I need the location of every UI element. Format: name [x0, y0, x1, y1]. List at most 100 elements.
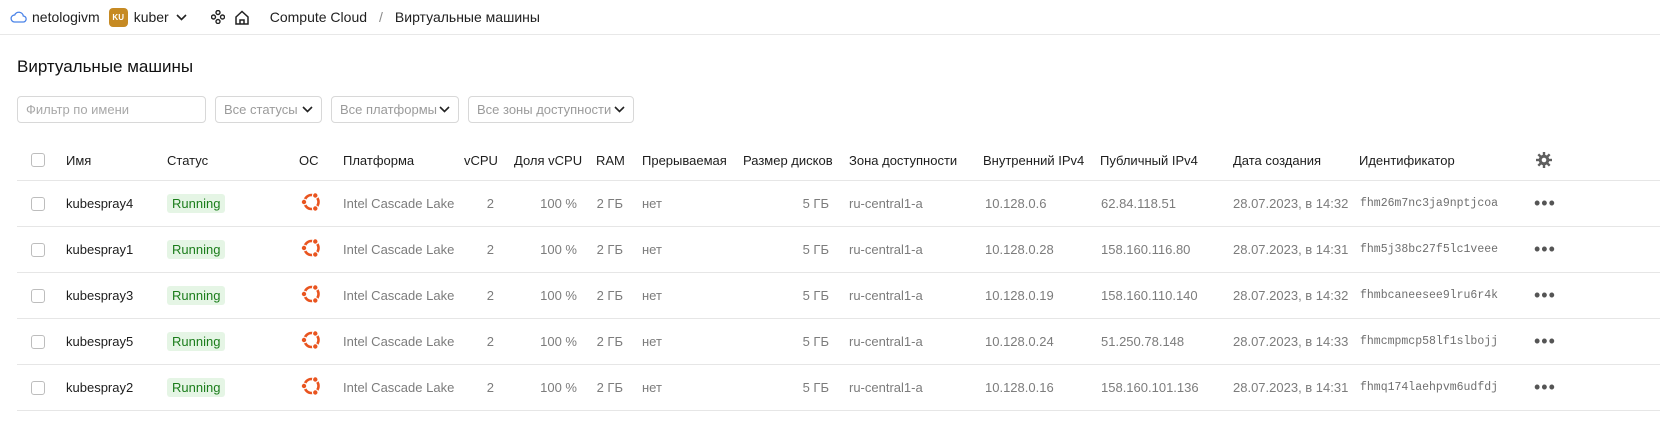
zone: ru-central1-a: [849, 380, 923, 395]
vcpu: 2: [486, 334, 494, 349]
select-all-cell: [31, 139, 45, 181]
col-public-ip[interactable]: Публичный IPv4: [1100, 139, 1198, 181]
zone: ru-central1-a: [849, 288, 923, 303]
more-icon: •••: [1534, 331, 1556, 351]
vm-id: fhmbcaneesee9lru6r4k: [1360, 289, 1499, 302]
folder-name[interactable]: kuber: [134, 9, 169, 25]
vm-table: Имя Статус ОС Платформа vCPU Доля vCPU R…: [17, 138, 1660, 411]
vcpu: 2: [486, 288, 494, 303]
zone: ru-central1-a: [849, 196, 923, 211]
vm-row[interactable]: kubespray4 Running Intel Cascade Lake 2 …: [17, 181, 1660, 227]
vcpu-share: 100 %: [540, 380, 577, 395]
vcpu-share: 100 %: [540, 288, 577, 303]
row-select-cell: [31, 319, 45, 364]
created-date: 28.07.2023, в 14:32: [1233, 196, 1349, 211]
services-icon[interactable]: [210, 10, 225, 24]
vm-name[interactable]: kubespray5: [66, 319, 133, 364]
row-checkbox[interactable]: [31, 334, 45, 349]
status-filter-select[interactable]: Все статусы: [215, 96, 322, 123]
vm-row[interactable]: kubespray3 Running Intel Cascade Lake 2 …: [17, 273, 1660, 319]
col-internal-ip[interactable]: Внутренний IPv4: [983, 139, 1084, 181]
platform-filter-select[interactable]: Все платформы: [331, 96, 459, 123]
vm-name[interactable]: kubespray2: [66, 365, 133, 410]
col-platform[interactable]: Платформа: [343, 139, 414, 181]
preemptible: нет: [642, 288, 662, 303]
chevron-down-icon: [302, 106, 313, 113]
row-actions-button[interactable]: •••: [1534, 319, 1556, 364]
created-date: 28.07.2023, в 14:33: [1233, 334, 1349, 349]
vcpu: 2: [486, 196, 494, 211]
platform: Intel Cascade Lake: [343, 380, 455, 395]
row-select-cell: [31, 181, 45, 226]
row-actions-button[interactable]: •••: [1534, 181, 1556, 226]
vm-name[interactable]: kubespray4: [66, 181, 133, 226]
vm-id: fhmcmpmcp58lf1slbojj: [1360, 335, 1499, 348]
public-ip: 51.250.78.148: [1101, 334, 1185, 349]
row-actions-button[interactable]: •••: [1534, 227, 1556, 272]
platform: Intel Cascade Lake: [343, 288, 455, 303]
vm-id: fhm26m7nc3ja9nptjcoa: [1360, 197, 1499, 210]
chevron-down-icon: [439, 106, 450, 113]
row-actions-button[interactable]: •••: [1534, 273, 1556, 318]
internal-ip: 10.128.0.6: [985, 196, 1047, 211]
preemptible: нет: [642, 196, 662, 211]
col-preemptible[interactable]: Прерываемая: [642, 139, 727, 181]
col-vcpu[interactable]: vCPU: [464, 139, 498, 181]
vm-name[interactable]: kubespray3: [66, 273, 133, 318]
col-vcpu-share[interactable]: Доля vCPU: [514, 139, 582, 181]
col-os[interactable]: ОС: [299, 139, 319, 181]
vm-row[interactable]: kubespray1 Running Intel Cascade Lake 2 …: [17, 227, 1660, 273]
vm-row[interactable]: kubespray5 Running Intel Cascade Lake 2 …: [17, 319, 1660, 365]
cloud-icon: [10, 11, 27, 23]
col-id[interactable]: Идентификатор: [1359, 139, 1455, 181]
vcpu: 2: [486, 242, 494, 257]
internal-ip: 10.128.0.19: [985, 288, 1054, 303]
row-actions-button[interactable]: •••: [1534, 365, 1556, 410]
os-cell: [299, 273, 323, 318]
name-filter-input[interactable]: [17, 96, 206, 123]
status-badge: Running: [167, 240, 226, 259]
cloud-org-name[interactable]: netologivm: [32, 9, 100, 25]
gear-icon: [1535, 151, 1553, 169]
ubuntu-icon: [299, 328, 323, 355]
status-badge: Running: [167, 332, 226, 351]
chevron-down-icon[interactable]: [176, 13, 187, 21]
home-icon[interactable]: [234, 9, 250, 25]
row-checkbox[interactable]: [31, 288, 45, 303]
os-cell: [299, 319, 323, 364]
disk-size: 5 ГБ: [802, 242, 829, 257]
col-ram[interactable]: RAM: [596, 139, 625, 181]
col-name[interactable]: Имя: [66, 139, 91, 181]
col-zone[interactable]: Зона доступности: [849, 139, 957, 181]
col-status[interactable]: Статус: [167, 139, 208, 181]
created-date: 28.07.2023, в 14:31: [1233, 380, 1349, 395]
row-checkbox[interactable]: [31, 242, 45, 257]
col-disk-size[interactable]: Размер дисков: [743, 139, 833, 181]
status-cell: Running: [167, 319, 226, 364]
zone-filter-select[interactable]: Все зоны доступности: [468, 96, 634, 123]
ubuntu-icon: [299, 190, 323, 217]
ubuntu-icon: [299, 282, 323, 309]
platform: Intel Cascade Lake: [343, 242, 455, 257]
vcpu-share: 100 %: [540, 196, 577, 211]
select-all-checkbox[interactable]: [31, 153, 45, 167]
table-header: Имя Статус ОС Платформа vCPU Доля vCPU R…: [17, 138, 1660, 181]
top-bar: netologivm KU kuber Compute Cloud / Вирт…: [0, 0, 1660, 35]
preemptible: нет: [642, 380, 662, 395]
zone: ru-central1-a: [849, 242, 923, 257]
row-checkbox[interactable]: [31, 196, 45, 211]
chevron-down-icon: [614, 106, 625, 113]
breadcrumb-current-page: Виртуальные машины: [394, 9, 540, 25]
created-date: 28.07.2023, в 14:32: [1233, 288, 1349, 303]
row-checkbox[interactable]: [31, 380, 45, 395]
vm-name[interactable]: kubespray1: [66, 227, 133, 272]
public-ip: 158.160.116.80: [1101, 242, 1191, 257]
status-badge: Running: [167, 378, 226, 397]
column-settings-button[interactable]: [1535, 139, 1553, 181]
col-created[interactable]: Дата создания: [1233, 139, 1321, 181]
breadcrumb-service[interactable]: Compute Cloud: [270, 9, 367, 25]
vm-row[interactable]: kubespray2 Running Intel Cascade Lake 2 …: [17, 365, 1660, 411]
ubuntu-icon: [299, 236, 323, 263]
ram: 2 ГБ: [596, 288, 623, 303]
ram: 2 ГБ: [596, 334, 623, 349]
